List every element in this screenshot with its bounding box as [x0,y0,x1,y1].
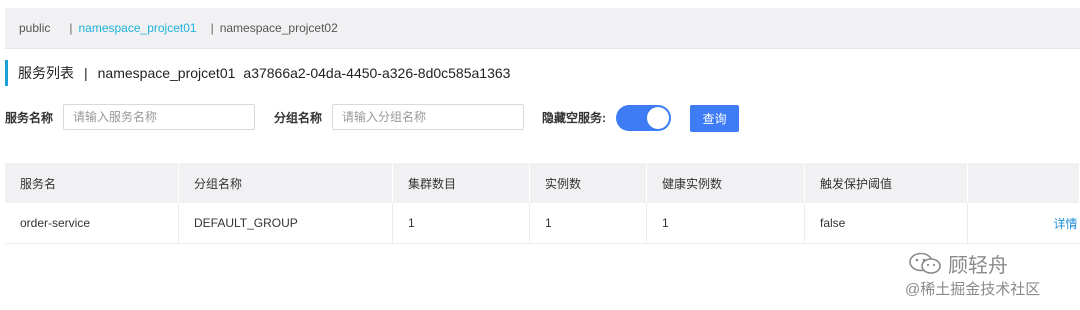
cell-cluster-count: 1 [392,203,530,244]
title-separator: | [84,65,88,81]
namespace-tab-public[interactable]: public [19,21,50,35]
namespace-tab-projcet02[interactable]: namespace_projcet02 [220,21,338,35]
cell-service-name: order-service [5,203,179,244]
namespace-bar: public | namespace_projcet01 | namespace… [5,8,1080,49]
page-title-section: 服务列表 [18,65,74,81]
column-header-cluster-count: 集群数目 [392,163,530,203]
query-button[interactable]: 查询 [690,105,739,132]
column-header-service-name: 服务名 [5,163,179,203]
column-header-group-name: 分组名称 [178,163,393,203]
wechat-icon [909,252,941,274]
title-accent-bar [5,60,8,86]
cell-protect-threshold: false [804,203,968,244]
filter-bar: 服务名称 分组名称 隐藏空服务: 查询 [5,104,1080,132]
group-name-input[interactable] [332,104,524,130]
service-name-input[interactable] [63,104,255,130]
namespace-separator: | [69,21,73,35]
watermark-author: 顾轻舟 [908,250,1008,277]
detail-link[interactable]: 详情 [1053,217,1077,231]
table-row: order-service DEFAULT_GROUP 1 1 1 false … [5,203,1080,244]
service-table: 服务名 分组名称 集群数目 实例数 健康实例数 触发保护阈值 order-ser… [5,163,1080,244]
watermark-site: @稀土掘金技术社区 [905,281,1041,298]
cell-actions: 详情 [967,203,1080,244]
watermark-author-name: 顾轻舟 [948,254,1008,277]
column-header-protect-threshold: 触发保护阈值 [804,163,968,203]
cell-healthy-instance-count: 1 [646,203,805,244]
page-title: 服务列表 | namespace_projcet01 a37866a2-04da… [5,60,510,86]
group-name-label: 分组名称 [274,111,323,125]
table-header-row: 服务名 分组名称 集群数目 实例数 健康实例数 触发保护阈值 [5,163,1080,203]
page-title-namespace-id: a37866a2-04da-4450-a326-8d0c585a1363 [243,65,511,81]
hide-empty-label: 隐藏空服务: [542,111,606,125]
column-header-actions [967,163,1080,203]
nacos-service-list-page: public | namespace_projcet01 | namespace… [0,0,1080,310]
hide-empty-toggle[interactable] [616,105,671,131]
column-header-instance-count: 实例数 [529,163,647,203]
cell-group-name: DEFAULT_GROUP [178,203,393,244]
column-header-healthy-instance-count: 健康实例数 [646,163,805,203]
toggle-knob [647,107,669,129]
page-title-namespace-name: namespace_projcet01 [97,65,236,81]
service-name-label: 服务名称 [5,111,54,125]
namespace-tab-projcet01[interactable]: namespace_projcet01 [78,21,196,35]
namespace-separator: | [210,21,214,35]
cell-instance-count: 1 [529,203,647,244]
